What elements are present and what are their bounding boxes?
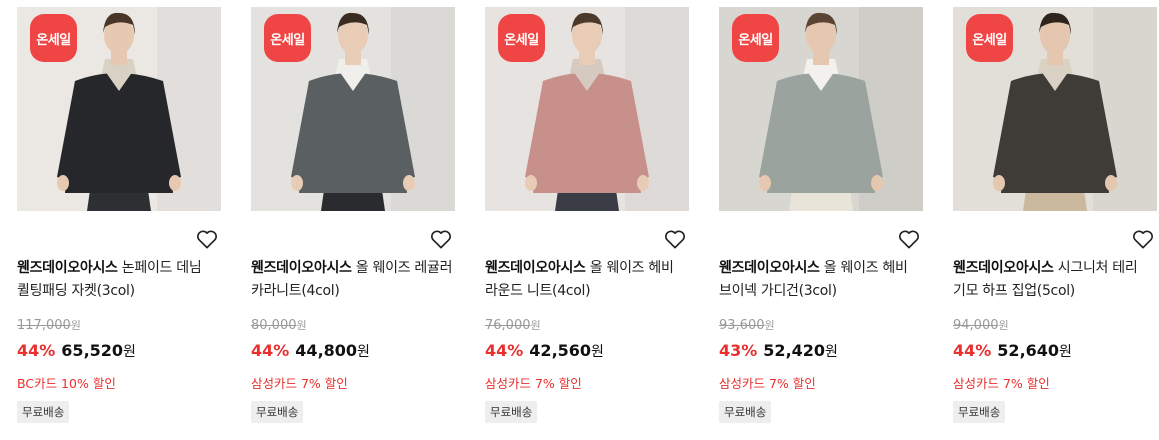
original-price-value: 117,000 — [17, 318, 71, 333]
original-price-value: 76,000 — [485, 318, 531, 333]
product-title[interactable]: 웬즈데이오아시스 시그니처 테리 기모 하프 집업(5col) — [953, 257, 1157, 303]
product-card[interactable]: 온세일 웬즈데이오아시스 올 웨이즈 레귤러 카라니트(4col) 80,000… — [251, 0, 455, 440]
sale-price-row: 44% 52,640원 — [953, 341, 1072, 361]
sale-price-row: 44% 44,800원 — [251, 341, 370, 361]
discount-rate: 44% — [485, 341, 524, 360]
brand-name[interactable]: 웬즈데이오아시스 — [953, 260, 1054, 276]
wishlist-heart-icon[interactable] — [1131, 228, 1155, 250]
currency-unit: 원 — [70, 319, 81, 332]
sale-price: 52,640 — [997, 341, 1060, 360]
discount-rate: 44% — [953, 341, 992, 360]
brand-name[interactable]: 웬즈데이오아시스 — [251, 260, 352, 276]
on-sale-badge: 온세일 — [498, 14, 545, 62]
wishlist-heart-icon[interactable] — [429, 228, 453, 250]
brand-name[interactable]: 웬즈데이오아시스 — [719, 260, 820, 276]
currency-unit: 원 — [123, 344, 136, 360]
product-title[interactable]: 웬즈데이오아시스 올 웨이즈 헤비 라운드 니트(4col) — [485, 257, 689, 303]
product-card[interactable]: 온세일 웬즈데이오아시스 올 웨이즈 헤비 브이넥 가디건(3col) 93,6… — [719, 0, 923, 440]
currency-unit: 원 — [1059, 344, 1072, 360]
original-price-value: 93,600 — [719, 318, 765, 333]
currency-unit: 원 — [591, 344, 604, 360]
product-title[interactable]: 웬즈데이오아시스 올 웨이즈 레귤러 카라니트(4col) — [251, 257, 455, 303]
product-card[interactable]: 온세일 웬즈데이오아시스 논페이드 데님 퀼팅패딩 자켓(3col) 117,0… — [17, 0, 221, 440]
sale-price: 42,560 — [529, 341, 592, 360]
currency-unit: 원 — [296, 319, 307, 332]
sale-price: 44,800 — [295, 341, 358, 360]
discount-rate: 44% — [17, 341, 56, 360]
original-price: 93,600원 — [719, 317, 775, 333]
original-price-value: 80,000 — [251, 318, 297, 333]
wishlist-heart-icon[interactable] — [897, 228, 921, 250]
original-price: 117,000원 — [17, 317, 81, 333]
original-price-value: 94,000 — [953, 318, 999, 333]
free-shipping-badge: 무료배송 — [485, 401, 538, 423]
currency-unit: 원 — [825, 344, 838, 360]
on-sale-badge: 온세일 — [732, 14, 779, 62]
product-card[interactable]: 온세일 웬즈데이오아시스 올 웨이즈 헤비 라운드 니트(4col) 76,00… — [485, 0, 689, 440]
product-title[interactable]: 웬즈데이오아시스 논페이드 데님 퀼팅패딩 자켓(3col) — [17, 257, 221, 303]
product-grid: 온세일 웬즈데이오아시스 논페이드 데님 퀼팅패딩 자켓(3col) 117,0… — [0, 0, 1159, 440]
brand-name[interactable]: 웬즈데이오아시스 — [17, 260, 118, 276]
card-discount-text: 삼성카드 7% 할인 — [251, 376, 348, 391]
card-discount-text: 삼성카드 7% 할인 — [953, 376, 1050, 391]
free-shipping-badge: 무료배송 — [719, 401, 772, 423]
free-shipping-badge: 무료배송 — [953, 401, 1006, 423]
sale-price: 52,420 — [763, 341, 826, 360]
on-sale-badge: 온세일 — [30, 14, 77, 62]
sale-price-row: 44% 65,520원 — [17, 341, 136, 361]
card-discount-text: 삼성카드 7% 할인 — [485, 376, 582, 391]
wishlist-heart-icon[interactable] — [663, 228, 687, 250]
card-discount-text: 삼성카드 7% 할인 — [719, 376, 816, 391]
on-sale-badge: 온세일 — [966, 14, 1013, 62]
product-card[interactable]: 온세일 웬즈데이오아시스 시그니처 테리 기모 하프 집업(5col) 94,0… — [953, 0, 1157, 440]
currency-unit: 원 — [357, 344, 370, 360]
currency-unit: 원 — [764, 319, 775, 332]
on-sale-badge: 온세일 — [264, 14, 311, 62]
wishlist-heart-icon[interactable] — [195, 228, 219, 250]
product-title[interactable]: 웬즈데이오아시스 올 웨이즈 헤비 브이넥 가디건(3col) — [719, 257, 923, 303]
sale-price-row: 44% 42,560원 — [485, 341, 604, 361]
discount-rate: 43% — [719, 341, 758, 360]
original-price: 76,000원 — [485, 317, 541, 333]
free-shipping-badge: 무료배송 — [17, 401, 70, 423]
currency-unit: 원 — [998, 319, 1009, 332]
original-price: 94,000원 — [953, 317, 1009, 333]
sale-price-row: 43% 52,420원 — [719, 341, 838, 361]
discount-rate: 44% — [251, 341, 290, 360]
card-discount-text: BC카드 10% 할인 — [17, 376, 116, 391]
original-price: 80,000원 — [251, 317, 307, 333]
sale-price: 65,520 — [61, 341, 124, 360]
brand-name[interactable]: 웬즈데이오아시스 — [485, 260, 586, 276]
free-shipping-badge: 무료배송 — [251, 401, 304, 423]
currency-unit: 원 — [530, 319, 541, 332]
